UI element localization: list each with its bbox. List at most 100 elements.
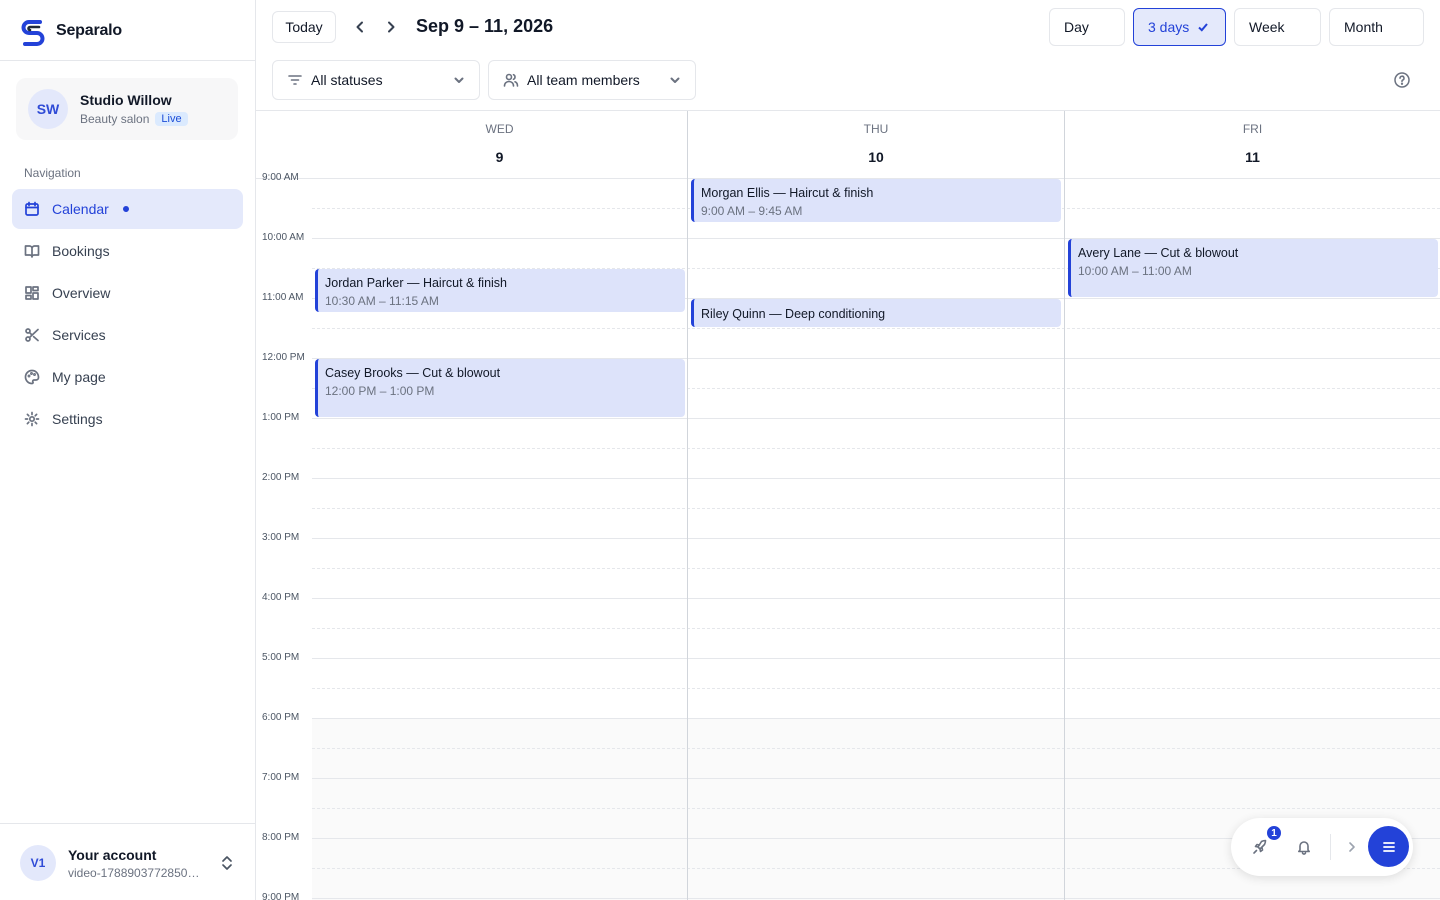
event-time: 10:00 AM – 11:00 AM <box>1078 264 1192 278</box>
time-label: 1:00 PM <box>262 412 300 423</box>
book-icon <box>24 245 40 258</box>
scissors-icon <box>25 328 39 342</box>
rocket-icon <box>1253 839 1267 854</box>
day-header-thu[interactable]: THU 10 <box>688 111 1064 178</box>
calendar-grid: WED 9 THU 10 FRI 11 9:00 AM 10:00 AM 11:00… <box>256 110 1440 900</box>
view-3days-button[interactable]: 3 days <box>1133 8 1226 46</box>
day-number: 11 <box>1245 149 1260 165</box>
sidebar-item-label: Overview <box>52 285 111 301</box>
sidebar-item-bookings[interactable]: Bookings <box>12 231 243 271</box>
calendar-event[interactable]: Jordan Parker — Haircut & finish 10:30 AM… <box>315 269 685 312</box>
view-month-button[interactable]: Month <box>1329 8 1424 46</box>
menu-fab-button[interactable] <box>1368 826 1409 867</box>
calendar-event[interactable]: Morgan Ellis — Haircut & finish 9:00 AM –… <box>691 179 1061 222</box>
hour-line <box>312 658 1440 659</box>
sidebar-nav: Calendar Bookings Overview Services My p… <box>12 189 243 441</box>
sidebar-item-overview[interactable]: Overview <box>12 273 243 313</box>
calendar-event[interactable]: Riley Quinn — Deep conditioning <box>691 299 1061 327</box>
event-time: 12:00 PM – 1:00 PM <box>325 384 435 398</box>
view-label: Day <box>1064 19 1089 35</box>
filter-icon <box>288 75 302 85</box>
chevron-left-icon <box>356 21 363 33</box>
team-filter-select[interactable]: All team members <box>488 60 696 100</box>
next-button[interactable] <box>381 17 401 37</box>
sidebar-item-label: Settings <box>52 411 103 427</box>
menu-icon <box>1382 841 1395 852</box>
time-label: 7:00 PM <box>262 772 300 783</box>
active-dot <box>122 206 129 212</box>
chevron-right-icon <box>1349 842 1355 852</box>
sidebar-item-services[interactable]: Services <box>12 315 243 355</box>
time-label: 12:00 PM <box>262 352 305 363</box>
workspace-type: Beauty salon <box>80 112 150 126</box>
gear-icon <box>24 411 40 427</box>
time-label: 8:00 PM <box>262 832 300 843</box>
workspace-name: Studio Willow <box>80 92 172 108</box>
account-email: video-1788903772850@... <box>68 865 208 880</box>
time-label: 10:00 AM <box>262 232 305 243</box>
account-switcher[interactable]: V1 Your account video-1788903772850@... <box>20 842 242 884</box>
chevron-right-icon <box>388 21 395 33</box>
day-of-week: THU <box>863 122 889 136</box>
date-range-title: Sep 9 – 11, 2026 <box>416 16 554 36</box>
time-label: 2:00 PM <box>262 472 300 483</box>
sidebar-item-my-page[interactable]: My page <box>12 357 243 397</box>
view-label: 3 days <box>1148 19 1190 35</box>
calendar-event[interactable]: Casey Brooks — Cut & blowout 12:00 PM – 1… <box>315 359 685 417</box>
sidebar-item-settings[interactable]: Settings <box>12 399 243 439</box>
day-of-week: WED <box>485 122 514 136</box>
day-number: 10 <box>868 149 884 165</box>
launch-button[interactable] <box>1250 837 1270 857</box>
help-icon[interactable] <box>1393 71 1411 89</box>
notifications-button[interactable] <box>1294 837 1314 857</box>
workspace-card[interactable]: SW Studio Willow Beauty salon Live <box>16 78 238 140</box>
view-label: Month <box>1344 19 1383 35</box>
status-filter-select[interactable]: All statuses <box>272 60 480 100</box>
bell-icon <box>1298 841 1310 855</box>
view-day-button[interactable]: Day <box>1049 8 1125 46</box>
prev-button[interactable] <box>350 17 370 37</box>
chevron-down-icon <box>454 77 464 83</box>
expand-button[interactable] <box>1342 837 1362 857</box>
chevron-up-down-icon <box>222 856 232 870</box>
time-label: 5:00 PM <box>262 652 300 663</box>
today-button[interactable]: Today <box>272 11 336 43</box>
team-filter-value: All team members <box>527 72 640 88</box>
app-root: Separalo SW Studio Willow Beauty salon L… <box>0 0 1440 900</box>
time-label: 9:00 PM <box>262 892 300 900</box>
time-label: 4:00 PM <box>262 592 300 603</box>
sidebar-item-label: Bookings <box>52 243 110 259</box>
status-badge: Live <box>155 112 188 126</box>
day-header-wed[interactable]: WED 9 <box>312 111 687 178</box>
sidebar-item-calendar[interactable]: Calendar <box>12 189 243 229</box>
toolbar-divider <box>1330 834 1331 860</box>
sidebar: Separalo SW Studio Willow Beauty salon L… <box>0 0 256 900</box>
hour-line <box>312 778 1440 779</box>
view-label: Week <box>1249 19 1285 35</box>
event-title: Morgan Ellis — Haircut & finish <box>701 186 874 200</box>
event-title: Avery Lane — Cut & blowout <box>1078 246 1239 260</box>
day-header-fri[interactable]: FRI 11 <box>1065 111 1440 178</box>
event-time: 9:00 AM – 9:45 AM <box>701 204 803 218</box>
calendar-event[interactable]: Avery Lane — Cut & blowout 10:00 AM – 11:… <box>1068 239 1438 297</box>
brand[interactable]: Separalo <box>18 14 122 48</box>
notification-badge: 1 <box>1266 825 1282 841</box>
sidebar-divider <box>0 823 255 824</box>
time-label: 9:00 AM <box>262 172 299 183</box>
event-time: 10:30 AM – 11:15 AM <box>325 294 439 308</box>
time-label: 11:00 AM <box>262 292 304 303</box>
sidebar-item-label: Calendar <box>52 201 109 217</box>
half-hour-line <box>312 508 1440 509</box>
half-hour-line <box>312 448 1440 449</box>
hour-line <box>312 598 1440 599</box>
workspace-avatar: SW <box>28 89 68 129</box>
half-hour-line <box>312 628 1440 629</box>
sidebar-item-label: Services <box>52 327 106 343</box>
hour-line <box>312 478 1440 479</box>
hour-line <box>312 418 1440 419</box>
half-hour-line <box>312 328 1440 329</box>
view-week-button[interactable]: Week <box>1234 8 1321 46</box>
chevron-down-icon <box>670 77 680 83</box>
day-divider <box>687 111 688 900</box>
separalo-logo-icon <box>21 20 45 46</box>
